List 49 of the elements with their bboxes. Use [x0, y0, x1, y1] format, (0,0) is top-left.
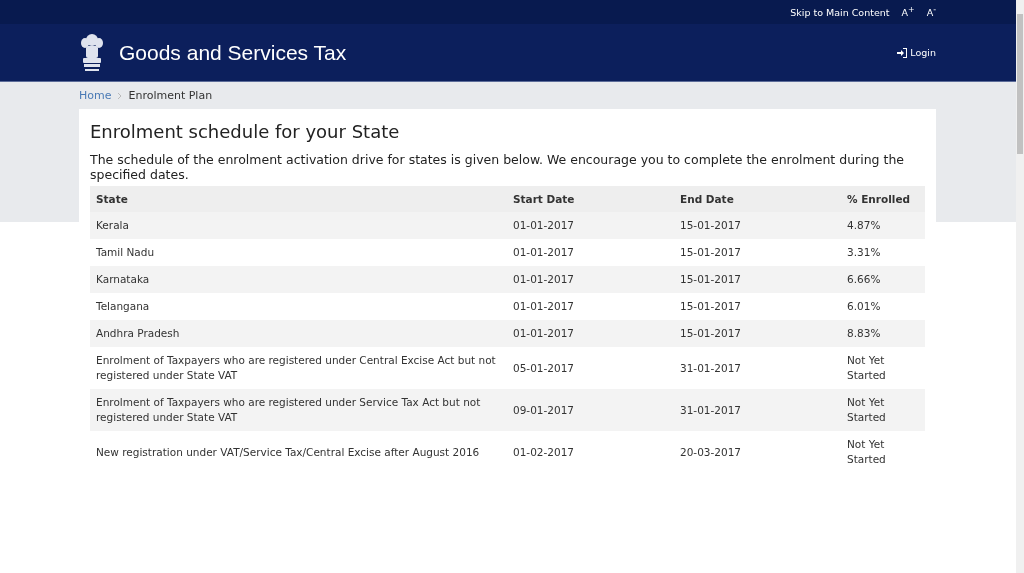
table-cell: 4.87%: [841, 212, 925, 239]
table-cell: 8.83%: [841, 320, 925, 347]
breadcrumb-link[interactable]: Home: [79, 89, 112, 102]
table-cell: Kerala: [90, 212, 507, 239]
column-header: Start Date: [507, 186, 674, 212]
column-header: % Enrolled: [841, 186, 925, 212]
table-cell: Not Yet Started: [841, 389, 925, 431]
table-cell: 01-01-2017: [507, 239, 674, 266]
scrollbar[interactable]: [1016, 0, 1024, 573]
table-cell: 09-01-2017: [507, 389, 674, 431]
page-heading: Enrolment schedule for your State: [90, 121, 401, 142]
table-cell: 31-01-2017: [674, 389, 841, 431]
table-cell: 15-01-2017: [674, 293, 841, 320]
table-cell: 15-01-2017: [674, 239, 841, 266]
table-cell: 01-01-2017: [507, 320, 674, 347]
table-cell: 3.31%: [841, 239, 925, 266]
table-cell: Not Yet Started: [841, 347, 925, 389]
table-cell: Telangana: [90, 293, 507, 320]
top-link[interactable]: A$^{+}$: [901, 5, 915, 19]
table-cell: 01-02-2017: [507, 431, 674, 473]
site-title: Goods and Services Tax: [119, 40, 347, 65]
emblem-icon: [79, 31, 105, 74]
login-link[interactable]: Login: [897, 47, 936, 58]
table-cell: Enrolment of Taxpayers who are registered under Service Tax Act but not registered under State VAT: [90, 389, 507, 431]
login-icon: [897, 47, 908, 58]
chevron-icon: [117, 91, 123, 100]
table-cell: 01-01-2017: [507, 293, 674, 320]
table-cell: 01-01-2017: [507, 266, 674, 293]
table-cell: 6.66%: [841, 266, 925, 293]
table-cell: 31-01-2017: [674, 347, 841, 389]
table-cell: 20-03-2017: [674, 431, 841, 473]
table-cell: Not Yet Started: [841, 431, 925, 473]
intro-text: The schedule of the enrolment activation drive for states is given below. We encourage you to complete the enrolment during the specified dates.: [90, 152, 905, 182]
table-cell: 6.01%: [841, 293, 925, 320]
table-cell: Andhra Pradesh: [90, 320, 507, 347]
table-cell: New registration under VAT/Service Tax/Central Excise after August 2016: [90, 431, 507, 473]
table-cell: Enrolment of Taxpayers who are registered under Central Excise Act but not registered under State VAT: [90, 347, 507, 389]
table-cell: 15-01-2017: [674, 266, 841, 293]
table-cell: 15-01-2017: [674, 212, 841, 239]
top-link[interactable]: Skip to Main Content: [790, 6, 890, 18]
table-cell: 05-01-2017: [507, 347, 674, 389]
column-header: End Date: [674, 186, 841, 212]
column-header: State: [90, 186, 507, 212]
table-cell: 15-01-2017: [674, 320, 841, 347]
table-cell: 01-01-2017: [507, 212, 674, 239]
top-link[interactable]: A$^{-}$: [926, 5, 936, 19]
table-cell: Tamil Nadu: [90, 239, 507, 266]
breadcrumb-current: Enrolment Plan: [128, 89, 213, 102]
table-cell: Karnataka: [90, 266, 507, 293]
